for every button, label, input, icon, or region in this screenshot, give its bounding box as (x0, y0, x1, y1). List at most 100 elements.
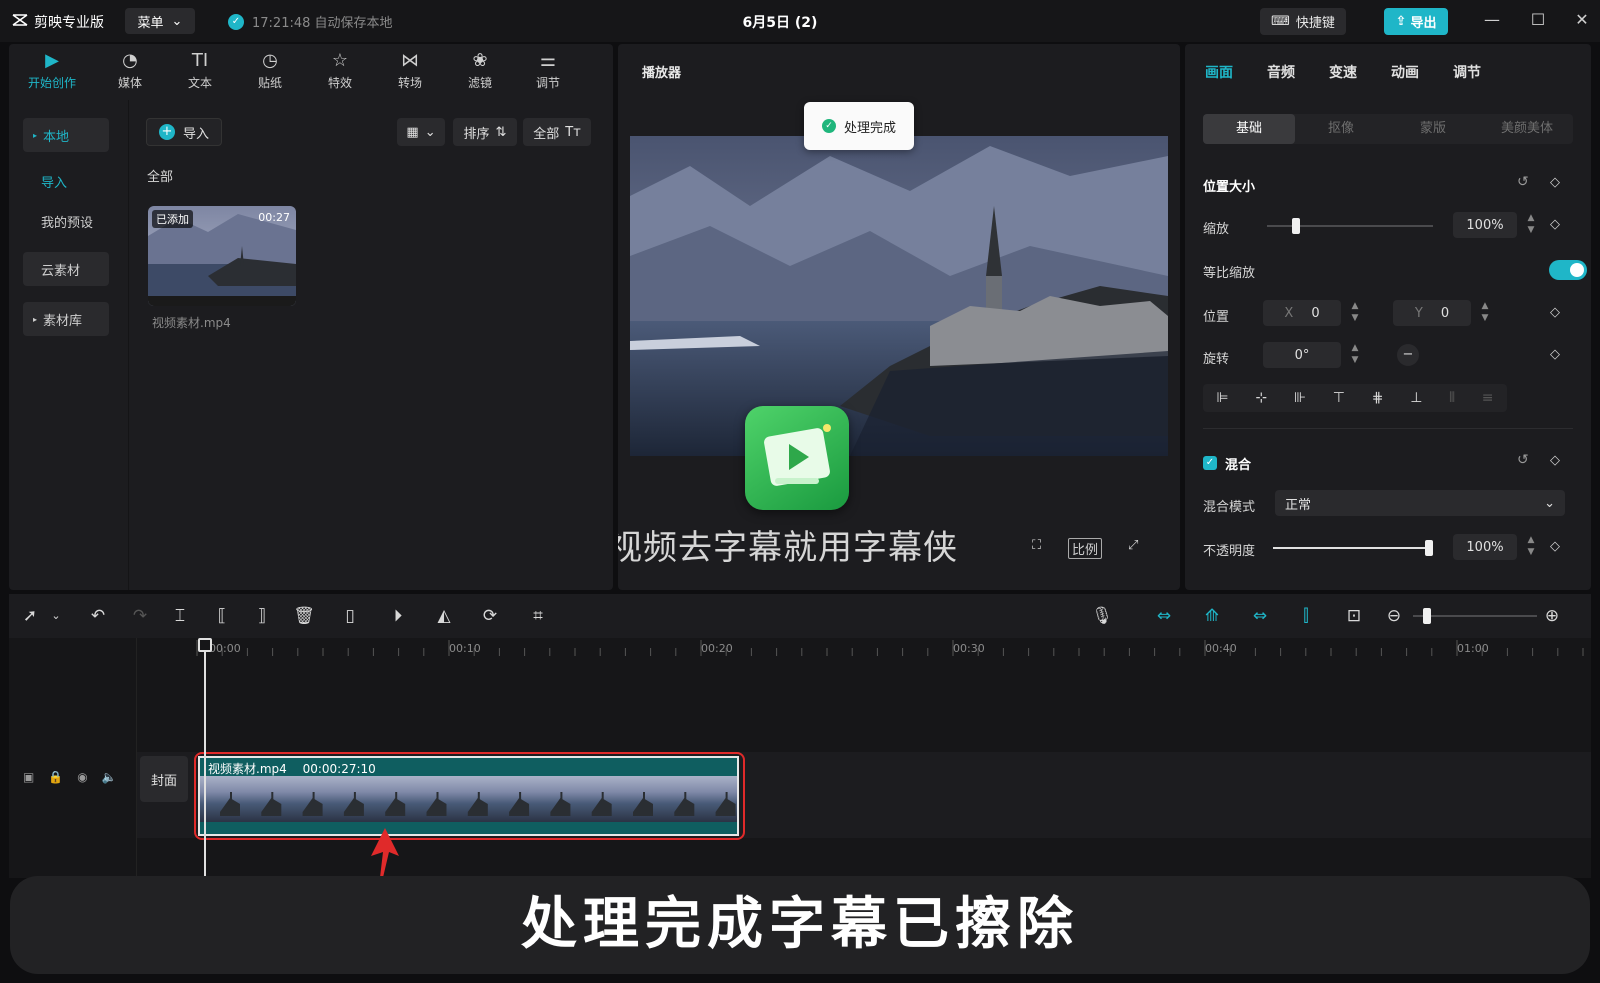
eye-icon[interactable]: ◉ (77, 770, 87, 784)
shortcut-button[interactable]: ⌨ 快捷键 (1260, 8, 1346, 35)
auto-snap-icon[interactable]: ⇔ (1153, 606, 1175, 626)
split-icon[interactable]: ⌶ (169, 606, 191, 626)
sidebar-item-import[interactable]: 导入 (23, 164, 109, 198)
tab-picture[interactable]: 画面 (1205, 62, 1233, 82)
blend-checkbox[interactable]: ✓ (1203, 456, 1217, 470)
import-button[interactable]: + 导入 (146, 118, 222, 146)
track-cover-icon[interactable]: ▣ (23, 770, 34, 784)
rotate-stepper-icon[interactable]: ▲ ▼ (1347, 342, 1363, 368)
crop-icon[interactable]: ⌗ (527, 606, 549, 626)
delete-icon[interactable]: 🗑 (293, 606, 315, 626)
mirror-icon[interactable]: ◭ (433, 606, 455, 626)
maximize-icon[interactable]: ☐ (1528, 10, 1548, 30)
keyframe-icon[interactable]: ◇ (1550, 539, 1560, 554)
playhead-handle[interactable] (198, 638, 212, 652)
zoom-slider[interactable] (1413, 615, 1537, 617)
keyframe-icon[interactable]: ◇ (1550, 453, 1560, 468)
subtab-basic[interactable]: 基础 (1203, 114, 1295, 144)
blend-mode-select[interactable]: 正常 ⌄ (1275, 490, 1565, 516)
subtab-mask[interactable]: 蒙版 (1387, 114, 1479, 144)
sidebar-item-cloud[interactable]: 云素材 (23, 252, 109, 286)
microphone-icon[interactable]: 🎙 (1091, 606, 1113, 626)
tab-transition[interactable]: ⋈ 转场 (375, 48, 445, 98)
tab-text[interactable]: TI 文本 (165, 48, 235, 98)
video-preview[interactable] (630, 136, 1168, 456)
scale-stepper-icon[interactable]: ▲ ▼ (1523, 212, 1539, 238)
opacity-slider[interactable] (1273, 547, 1433, 549)
sort-button[interactable]: 排序 ⇅ (453, 118, 517, 146)
preview-axis-icon[interactable]: ⇔ (1249, 606, 1271, 626)
zoom-in-icon[interactable]: ⊕ (1541, 606, 1563, 626)
subtab-cutout[interactable]: 抠像 (1295, 114, 1387, 144)
split-right-icon[interactable]: ⟧ (251, 606, 273, 626)
play-circle-icon[interactable]: ⏵ (387, 606, 409, 626)
align-right-icon[interactable]: ⊪ (1294, 390, 1306, 406)
menu-button[interactable]: 菜单 ⌄ (125, 8, 195, 34)
rotate-input[interactable]: 0° (1263, 342, 1341, 368)
rotate-icon[interactable]: ⟳ (479, 606, 501, 626)
opacity-input[interactable]: 100% (1453, 534, 1517, 560)
tab-media[interactable]: ◔ 媒体 (95, 48, 165, 98)
lock-icon[interactable]: 🔒 (48, 770, 63, 784)
cover-button[interactable]: 封面 (140, 756, 188, 802)
align-center-h-icon[interactable]: ⊹ (1255, 390, 1267, 406)
zoom-slider-knob[interactable] (1423, 608, 1431, 624)
freeze-frame-icon[interactable]: ▯ (339, 606, 361, 626)
align-center-v-icon[interactable]: ⋕ (1372, 390, 1384, 406)
select-cursor-icon[interactable]: ➚ (19, 606, 41, 626)
expand-icon[interactable]: ⤢ (1128, 538, 1138, 553)
subtab-beauty[interactable]: 美颜美体 (1481, 114, 1573, 144)
sidebar-item-presets[interactable]: 我的预设 (23, 204, 109, 238)
tab-effects[interactable]: ☆ 特效 (305, 48, 375, 98)
uniform-scale-toggle[interactable] (1549, 260, 1587, 280)
opacity-slider-knob[interactable] (1425, 540, 1433, 556)
position-y-input[interactable]: Y 0 (1393, 300, 1471, 326)
tab-filter[interactable]: ❀ 滤镜 (445, 48, 515, 98)
scale-input[interactable]: 100% (1453, 212, 1517, 238)
ratio-button[interactable]: 比例 (1068, 538, 1103, 559)
keyframe-icon[interactable]: ◇ (1550, 305, 1560, 320)
distribute-v-icon[interactable]: ≡ (1482, 390, 1494, 406)
sidebar-item-local[interactable]: ▸ 本地 (23, 118, 109, 152)
tab-speed[interactable]: 变速 (1329, 62, 1357, 82)
redo-icon[interactable]: ↷ (129, 606, 151, 626)
tab-start-create[interactable]: ▶ 开始创作 (17, 48, 87, 98)
position-x-input[interactable]: X 0 (1263, 300, 1341, 326)
tab-adjust[interactable]: ⚌ 调节 (513, 48, 583, 98)
rotate-dial-icon[interactable]: − (1397, 344, 1419, 366)
reset-icon[interactable]: ↺ (1517, 452, 1529, 468)
keyframe-icon[interactable]: ◇ (1550, 217, 1560, 232)
align-bottom-icon[interactable]: ⊥ (1410, 390, 1422, 406)
speaker-icon[interactable]: 🔈 (102, 770, 117, 784)
reset-icon[interactable]: ↺ (1517, 174, 1529, 190)
tab-sticker[interactable]: ◷ 贴纸 (235, 48, 305, 98)
export-button[interactable]: ⇪ 导出 (1384, 8, 1448, 35)
media-thumbnail[interactable]: 已添加 00:27 (148, 206, 296, 306)
align-left-icon[interactable]: ⊫ (1216, 390, 1228, 406)
opacity-stepper-icon[interactable]: ▲ ▼ (1523, 534, 1539, 560)
tab-audio[interactable]: 音频 (1267, 62, 1295, 82)
sidebar-item-library[interactable]: ▸ 素材库 (23, 302, 109, 336)
minimize-icon[interactable]: — (1482, 10, 1502, 30)
section-position-size[interactable]: 位置大小 (1203, 176, 1255, 195)
distribute-h-icon[interactable]: ⫴ (1449, 390, 1455, 406)
y-stepper-icon[interactable]: ▲ ▼ (1477, 300, 1493, 326)
zoom-out-icon[interactable]: ⊖ (1383, 606, 1405, 626)
linkage-icon[interactable]: ⟰ (1201, 606, 1223, 626)
split-left-icon[interactable]: ⟦ (211, 606, 233, 626)
fullscreen-preview-icon[interactable]: ⛶ (1032, 538, 1041, 553)
keyframe-icon[interactable]: ◇ (1550, 347, 1560, 362)
fit-timeline-icon[interactable]: ⊡ (1343, 606, 1365, 626)
split-view-icon[interactable]: ⫿ (1295, 606, 1317, 626)
chevron-down-icon[interactable]: ⌄ (45, 606, 67, 626)
scale-slider-knob[interactable] (1291, 218, 1300, 234)
undo-icon[interactable]: ↶ (87, 606, 109, 626)
tab-animation[interactable]: 动画 (1391, 62, 1419, 82)
playhead[interactable] (204, 638, 206, 878)
keyframe-icon[interactable]: ◇ (1550, 175, 1560, 190)
filter-all-button[interactable]: 全部 Tт (523, 118, 591, 146)
view-mode-button[interactable]: ▦ ⌄ (397, 118, 445, 146)
tab-adjustment[interactable]: 调节 (1453, 62, 1481, 82)
align-top-icon[interactable]: ⊤ (1333, 390, 1345, 406)
x-stepper-icon[interactable]: ▲ ▼ (1347, 300, 1363, 326)
